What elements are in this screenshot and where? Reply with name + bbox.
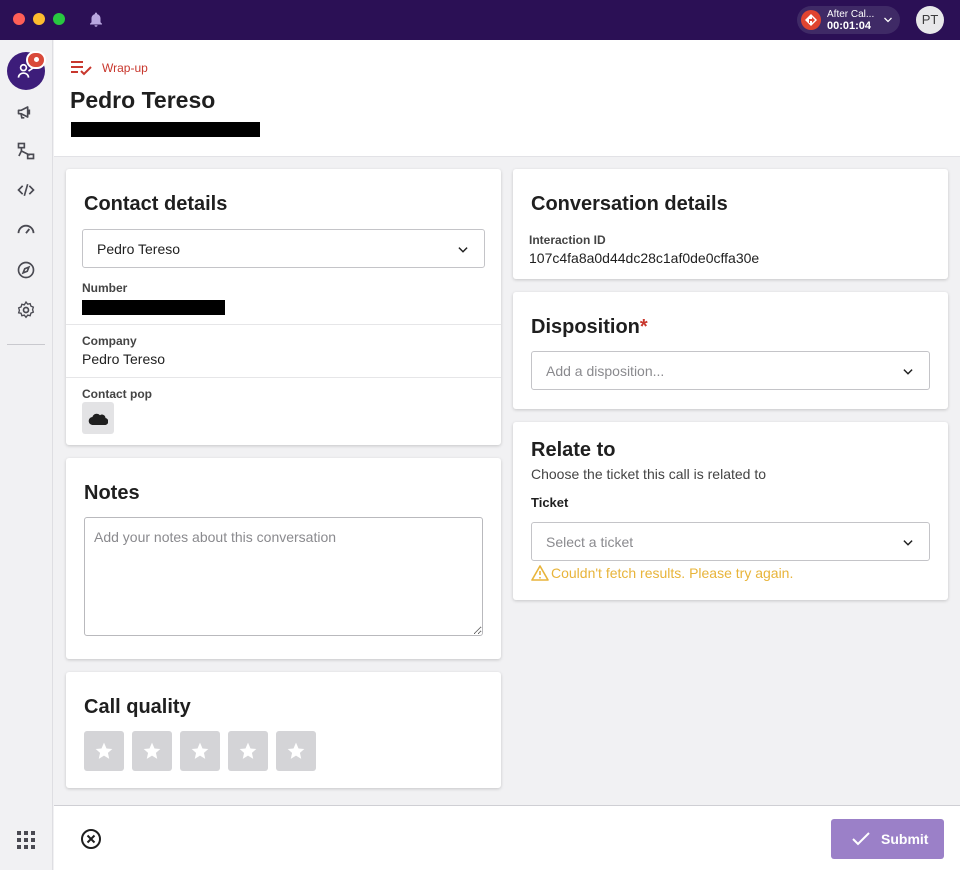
divider [66, 377, 501, 378]
contact-select-value: Pedro Tereso [97, 241, 181, 257]
page-header: Wrap-up Pedro Tereso [54, 40, 960, 157]
rating-star-1[interactable] [84, 731, 124, 771]
ticket-label: Ticket [531, 495, 569, 510]
ticket-select[interactable]: Select a ticket [531, 522, 930, 561]
salesforce-pop-button[interactable] [82, 402, 114, 434]
window-close-button[interactable] [13, 13, 25, 25]
star-icon [191, 742, 209, 759]
notification-badge [26, 51, 46, 69]
card-title: Call quality [84, 696, 191, 718]
call-quality-card: Call quality [66, 672, 501, 788]
window-zoom-button[interactable] [53, 13, 65, 25]
close-circle-icon[interactable] [80, 828, 102, 850]
interaction-id-value: 107c4fa8a0d44dc28c1af0de0cffa30e [529, 250, 760, 266]
contact-details-card: Contact details Pedro Tereso Number Comp… [66, 169, 501, 445]
card-title: Relate to [531, 439, 616, 461]
warning-icon [531, 565, 549, 581]
star-icon [95, 742, 113, 759]
card-title: Contact details [84, 193, 228, 215]
code-icon[interactable] [16, 180, 36, 200]
checklist-icon [71, 61, 92, 76]
submit-label: Submit [881, 831, 929, 847]
chevron-down-icon [458, 247, 468, 253]
user-avatar[interactable]: PT [916, 6, 944, 34]
star-icon [143, 742, 161, 759]
notes-textarea[interactable] [84, 517, 483, 636]
submit-button[interactable]: Submit [831, 819, 944, 859]
call-status-timer: 00:01:04 [827, 20, 872, 32]
check-icon [852, 832, 870, 846]
redacted-number [82, 300, 225, 315]
workflow-icon[interactable] [16, 141, 36, 161]
chevron-down-icon [884, 17, 892, 23]
conversation-details-card: Conversation details Interaction ID 107c… [513, 169, 948, 279]
number-label: Number [82, 281, 128, 295]
company-label: Company [82, 334, 137, 348]
ticket-error-message: Couldn't fetch results. Please try again… [551, 565, 794, 581]
compass-icon[interactable] [16, 260, 36, 280]
disposition-placeholder: Add a disposition... [546, 363, 665, 379]
cloud-icon [88, 413, 108, 425]
notes-card: Notes [66, 458, 501, 659]
campaign-icon[interactable] [16, 102, 36, 122]
rating-star-3[interactable] [180, 731, 220, 771]
chevron-down-icon [903, 540, 913, 546]
redacted-field [71, 122, 260, 137]
contact-select[interactable]: Pedro Tereso [82, 229, 485, 268]
company-value: Pedro Tereso [82, 351, 166, 367]
ticket-placeholder: Select a ticket [546, 534, 634, 550]
gear-icon[interactable] [16, 300, 36, 320]
call-status-label: After Cal... [827, 9, 875, 20]
rating-star-2[interactable] [132, 731, 172, 771]
card-title: Disposition* [531, 316, 648, 339]
chevron-down-icon [903, 369, 913, 375]
card-title: Conversation details [531, 193, 728, 215]
footer-bar: Submit [54, 805, 960, 870]
card-title: Notes [84, 482, 140, 504]
rating-star-5[interactable] [276, 731, 316, 771]
main-content: Wrap-up Pedro Tereso Contact details Ped… [54, 40, 960, 870]
apps-grid-icon[interactable] [17, 831, 35, 849]
interaction-id-label: Interaction ID [529, 233, 606, 247]
speedometer-icon[interactable] [16, 219, 36, 239]
sidebar-divider [7, 344, 45, 345]
section-label: Wrap-up [102, 61, 148, 75]
call-status-dropdown[interactable]: After Cal... 00:01:04 [797, 6, 900, 34]
relate-to-subtitle: Choose the ticket this call is related t… [531, 466, 767, 482]
window-titlebar: After Cal... 00:01:04 PT [0, 0, 960, 40]
disposition-title: Disposition [531, 316, 640, 338]
sidebar-nav [0, 40, 53, 870]
required-mark: * [639, 316, 648, 338]
relate-to-card: Relate to Choose the ticket this call is… [513, 422, 948, 600]
page-title: Pedro Tereso [70, 87, 216, 113]
contact-pop-label: Contact pop [82, 387, 152, 401]
disposition-select[interactable]: Add a disposition... [531, 351, 930, 390]
call-status-icon [801, 10, 821, 30]
star-icon [287, 742, 305, 759]
divider [66, 324, 501, 325]
star-icon [239, 742, 257, 759]
window-minimize-button[interactable] [33, 13, 45, 25]
bell-icon[interactable] [87, 11, 105, 29]
disposition-card: Disposition* Add a disposition... [513, 292, 948, 409]
rating-star-4[interactable] [228, 731, 268, 771]
